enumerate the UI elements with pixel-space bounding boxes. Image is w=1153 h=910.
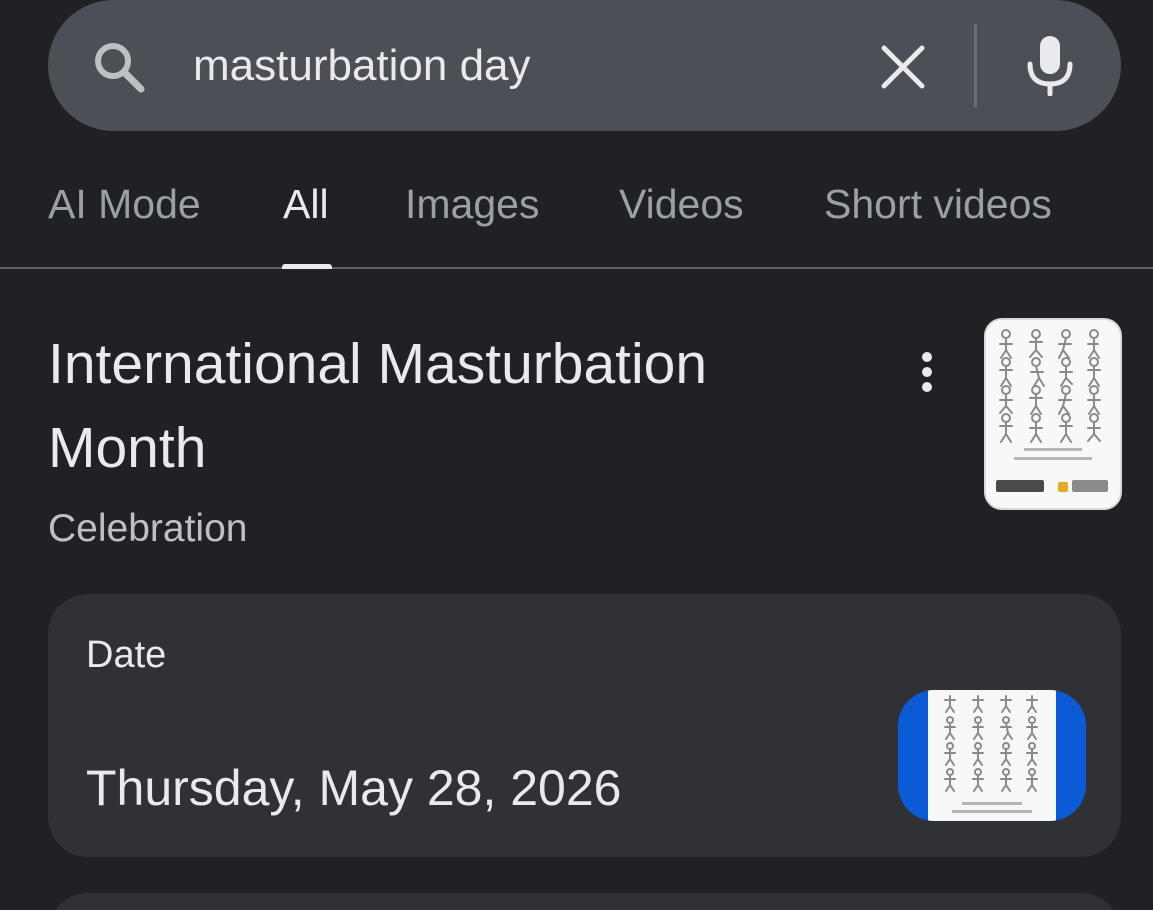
date-card[interactable]: Date Thursday, May 28, 2026 [48, 594, 1121, 857]
knowledge-panel-title: International Masturbation Month [48, 332, 708, 480]
knowledge-panel-image[interactable] [984, 318, 1122, 510]
tab-ai-mode[interactable]: AI Mode [48, 180, 201, 228]
tab-short-videos[interactable]: Short videos [824, 180, 1052, 228]
search-icon[interactable] [90, 38, 148, 96]
date-card-image[interactable] [898, 690, 1086, 821]
mic-icon[interactable] [1022, 34, 1078, 96]
thumbnail-illustration [996, 329, 1108, 492]
search-divider [974, 24, 977, 107]
knowledge-panel-subtitle: Celebration [48, 507, 248, 550]
date-card-image-poster [928, 690, 1056, 821]
more-vert-icon[interactable] [908, 348, 946, 396]
tab-videos[interactable]: Videos [619, 180, 744, 228]
search-tabs: AI Mode All Images Videos Short videos [0, 160, 1153, 268]
active-tab-indicator [282, 264, 332, 269]
date-thumbnail-illustration [944, 695, 1038, 813]
tabs-divider [0, 267, 1153, 269]
next-result-card[interactable] [48, 893, 1121, 910]
date-value: Thursday, May 28, 2026 [86, 760, 622, 816]
search-input[interactable]: masturbation day [193, 40, 531, 92]
tab-all[interactable]: All [283, 180, 329, 228]
search-results-page: masturbation day AI Mode All Images Vide… [0, 0, 1153, 910]
tab-images[interactable]: Images [405, 180, 539, 228]
date-label: Date [86, 634, 167, 676]
close-icon[interactable] [876, 40, 930, 94]
